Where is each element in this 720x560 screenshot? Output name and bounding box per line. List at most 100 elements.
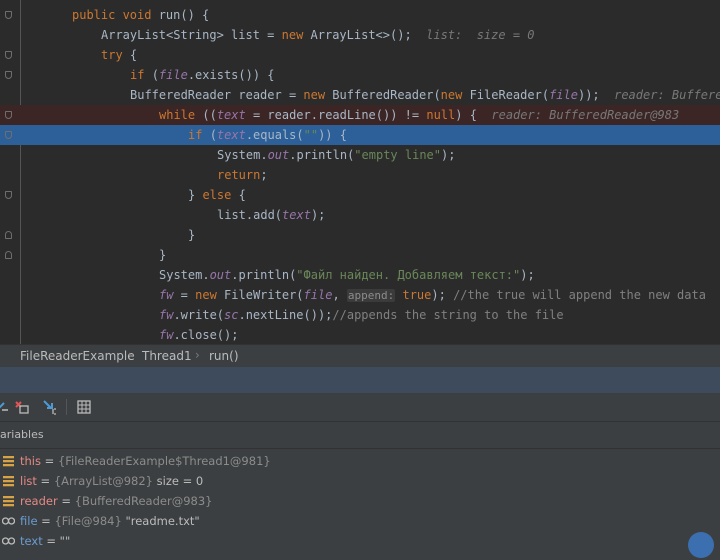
drop-frame-icon[interactable] (14, 399, 30, 415)
code-token: (( (202, 108, 217, 122)
fold-icon[interactable] (5, 11, 12, 19)
code-token: new (303, 88, 333, 102)
code-line[interactable]: BufferedReader reader = new BufferedRead… (0, 85, 720, 105)
inline-debug-value: reader: BufferedRe (614, 88, 720, 102)
parameter-hint: append: (346, 289, 396, 302)
variable-row[interactable]: this = {FileReaderExample$Thread1@981} (0, 451, 720, 471)
code-text: fw.write(sc.nextLine());//appends the st… (159, 305, 564, 325)
variable-type: {ArrayList@982} (53, 474, 154, 488)
code-text: public void run() { (72, 5, 209, 25)
code-token: run() { (158, 8, 210, 22)
code-text: BufferedReader reader = new BufferedRead… (130, 85, 720, 105)
code-token: .exists()) { (187, 68, 275, 82)
code-token: //the true will append the new data (453, 288, 706, 302)
code-line[interactable]: System.out.println("Файл найден. Добавля… (0, 265, 720, 285)
fold-icon[interactable] (5, 191, 12, 199)
fold-icon[interactable] (5, 71, 12, 79)
variable-value: "readme.txt" (121, 514, 200, 528)
code-line[interactable]: System.out.println("empty line"); (0, 145, 720, 165)
code-token: else (202, 188, 239, 202)
variable-row[interactable]: list = {ArrayList@982} size = 0 (0, 471, 720, 491)
variable-type: {BufferedReader@983} (74, 494, 213, 508)
current-execution-line[interactable]: if (text.equals("")) { (0, 125, 720, 145)
code-token: new (440, 88, 470, 102)
code-token: if (130, 68, 152, 82)
code-token: )); (577, 88, 600, 102)
notification-icon[interactable] (688, 532, 714, 558)
code-token: ( (209, 128, 217, 142)
code-editor[interactable]: public void run() {ArrayList<String> lis… (0, 0, 720, 344)
code-token: fw (159, 288, 174, 302)
force-step-into-icon[interactable] (42, 399, 58, 415)
code-token: sc (224, 308, 239, 322)
code-token: .println( (289, 148, 355, 162)
code-token: text (216, 128, 246, 142)
code-line[interactable]: list.add(text); (0, 205, 720, 225)
code-line[interactable]: } (0, 245, 720, 265)
code-text: fw = new FileWriter(file, append: true);… (159, 285, 706, 306)
breadcrumb-thread[interactable]: Thread1 (142, 349, 192, 363)
code-token: ) { (455, 108, 477, 122)
fold-icon[interactable] (5, 111, 12, 119)
code-token: true (402, 288, 432, 302)
code-token: BufferedReader reader = (130, 88, 304, 102)
code-line[interactable]: if (file.exists()) { (0, 65, 720, 85)
code-line[interactable]: fw.write(sc.nextLine());//appends the st… (0, 305, 720, 325)
code-line[interactable]: } else { (0, 185, 720, 205)
debug-panel-header (0, 367, 720, 393)
code-token: .equals( (245, 128, 304, 142)
code-token: public void (72, 8, 159, 22)
code-token: .nextLine()); (238, 308, 333, 322)
watch-icon (2, 517, 15, 525)
code-line[interactable]: ArrayList<String> list = new ArrayList<>… (0, 25, 720, 45)
code-line[interactable]: public void run() { (0, 5, 720, 25)
breakpoint-line[interactable]: while ((text = reader.readLine()) != nul… (0, 105, 720, 125)
code-token: BufferedReader( (332, 88, 441, 102)
code-line[interactable]: } (0, 225, 720, 245)
variable-value: size = 0 (153, 474, 204, 488)
code-token: file (303, 288, 333, 302)
code-token: text (216, 108, 246, 122)
code-token: } (188, 228, 196, 242)
variables-list[interactable]: this = {FileReaderExample$Thread1@981} li… (0, 449, 720, 560)
variable-row[interactable]: text = "" (0, 531, 720, 551)
field-icon (3, 456, 14, 467)
step-icon[interactable] (0, 399, 10, 415)
code-text: list.add(text); (217, 205, 325, 225)
variable-row[interactable]: file = {File@984} "readme.txt" (0, 511, 720, 531)
code-text: } (188, 225, 195, 245)
breadcrumb-separator-icon: › (128, 348, 133, 362)
code-text: } (159, 245, 166, 265)
fold-icon[interactable] (5, 131, 12, 139)
code-token: )) { (318, 128, 347, 142)
code-token: { (238, 188, 246, 202)
fold-icon[interactable] (5, 51, 12, 59)
breadcrumb-class[interactable]: FileReaderExample (20, 349, 135, 363)
code-token: System. (217, 148, 268, 162)
variable-name: file (20, 514, 38, 528)
code-token: , (332, 288, 347, 302)
evaluate-expression-icon[interactable] (76, 399, 92, 415)
variable-row[interactable]: reader = {BufferedReader@983} (0, 491, 720, 511)
code-token: try (101, 48, 130, 62)
code-token: text (282, 208, 311, 222)
code-line[interactable]: fw.close(); (0, 325, 720, 344)
code-token: "empty line" (354, 148, 441, 162)
fold-icon[interactable] (5, 231, 12, 239)
code-token: } (159, 248, 167, 262)
code-line[interactable]: try { (0, 45, 720, 65)
variables-title: ariables (0, 422, 720, 449)
code-token: .write( (173, 308, 225, 322)
code-token: { (129, 48, 138, 62)
code-token: null (426, 108, 456, 122)
code-token: = (173, 288, 196, 302)
fold-icon[interactable] (5, 251, 12, 259)
breadcrumb-method[interactable]: run() (209, 349, 239, 363)
code-token: "Файл найден. Добавляем текст:" (296, 268, 521, 282)
code-text: return; (217, 165, 268, 185)
code-line[interactable]: return; (0, 165, 720, 185)
code-line[interactable]: fw = new FileWriter(file, append: true);… (0, 285, 720, 305)
code-token: fw (159, 328, 174, 342)
variable-value: "" (59, 534, 71, 548)
code-token: ArrayList<>(); (310, 28, 412, 42)
